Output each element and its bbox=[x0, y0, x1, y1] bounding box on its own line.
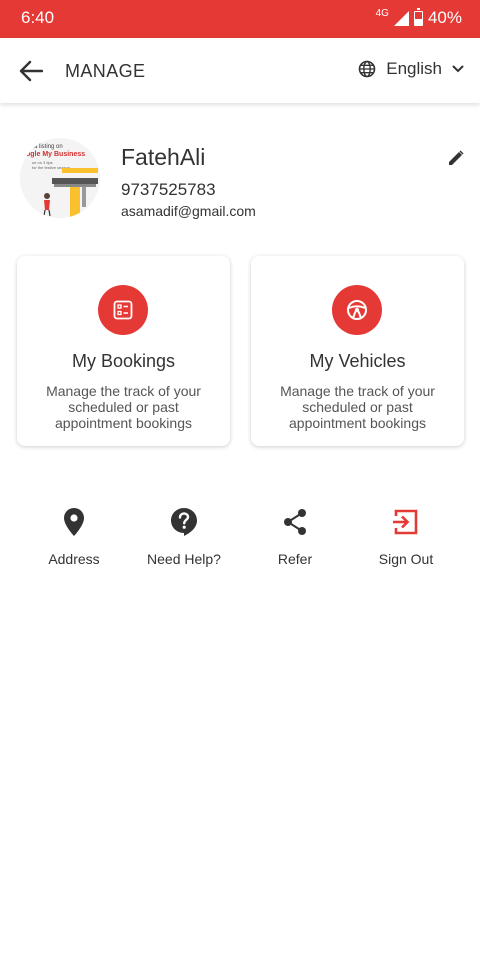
status-time: 6:40 bbox=[21, 8, 55, 27]
bookings-list-icon bbox=[113, 300, 133, 320]
card-title: My Vehicles bbox=[309, 351, 406, 371]
language-label: English bbox=[386, 59, 442, 78]
network-type-label: 4G bbox=[375, 7, 389, 19]
globe-icon bbox=[358, 60, 376, 78]
profile-email: asamadif@gmail.com bbox=[121, 203, 256, 219]
battery-percent: 40% bbox=[427, 8, 462, 27]
need-help-label: Need Help? bbox=[147, 551, 221, 567]
profile-name: FatehAli bbox=[121, 144, 206, 170]
help-icon bbox=[171, 508, 197, 536]
battery-icon bbox=[413, 7, 423, 26]
status-indicators: 4G 40% bbox=[375, 7, 462, 28]
refer-button[interactable]: Refer bbox=[240, 506, 350, 567]
avatar[interactable]: a listing on ogle My Business ue on 3 ti… bbox=[20, 138, 100, 218]
avatar-image: a listing on ogle My Business ue on 3 ti… bbox=[20, 138, 100, 218]
steering-wheel-icon bbox=[347, 300, 367, 320]
card-description: Manage the track of your scheduled or pa… bbox=[46, 383, 201, 431]
profile-phone: 9737525783 bbox=[121, 180, 216, 199]
quick-actions: Address Need Help? Refer Sign Out bbox=[0, 506, 480, 576]
edit-profile-button[interactable] bbox=[444, 146, 468, 170]
address-label: Address bbox=[48, 551, 100, 567]
avatar-text-2: ogle My Business bbox=[26, 151, 85, 158]
sign-out-icon bbox=[393, 509, 418, 535]
sign-out-button[interactable]: Sign Out bbox=[351, 506, 461, 567]
refer-label: Refer bbox=[277, 551, 313, 567]
card-description: Manage the track of your scheduled or pa… bbox=[280, 383, 435, 431]
sign-out-label: Sign Out bbox=[378, 551, 434, 567]
address-button[interactable]: Address bbox=[19, 506, 129, 567]
feature-cards: My Bookings Manage the track of your sch… bbox=[16, 256, 464, 448]
vehicles-icon-circle bbox=[332, 285, 382, 335]
status-bar: 6:40 4G 40% bbox=[0, 0, 480, 38]
share-icon bbox=[284, 509, 306, 535]
avatar-text-1: a listing on bbox=[34, 144, 63, 150]
need-help-button[interactable]: Need Help? bbox=[129, 506, 239, 567]
card-title: My Bookings bbox=[71, 351, 176, 371]
app-bar: MANAGE English bbox=[0, 38, 480, 103]
language-selector[interactable]: English bbox=[358, 59, 464, 79]
my-bookings-card[interactable]: My Bookings Manage the track of your sch… bbox=[17, 256, 230, 446]
arrow-left-icon bbox=[19, 60, 43, 82]
location-pin-icon bbox=[64, 508, 84, 536]
chevron-down-icon bbox=[452, 65, 464, 73]
pencil-icon bbox=[449, 150, 464, 165]
profile-section: a listing on ogle My Business ue on 3 ti… bbox=[20, 136, 470, 226]
back-button[interactable] bbox=[16, 57, 46, 85]
my-vehicles-card[interactable]: My Vehicles Manage the track of your sch… bbox=[251, 256, 464, 446]
bookings-icon-circle bbox=[98, 285, 148, 335]
battery-level bbox=[414, 19, 422, 25]
signal-icon bbox=[393, 10, 409, 26]
page-title: MANAGE bbox=[65, 61, 146, 81]
